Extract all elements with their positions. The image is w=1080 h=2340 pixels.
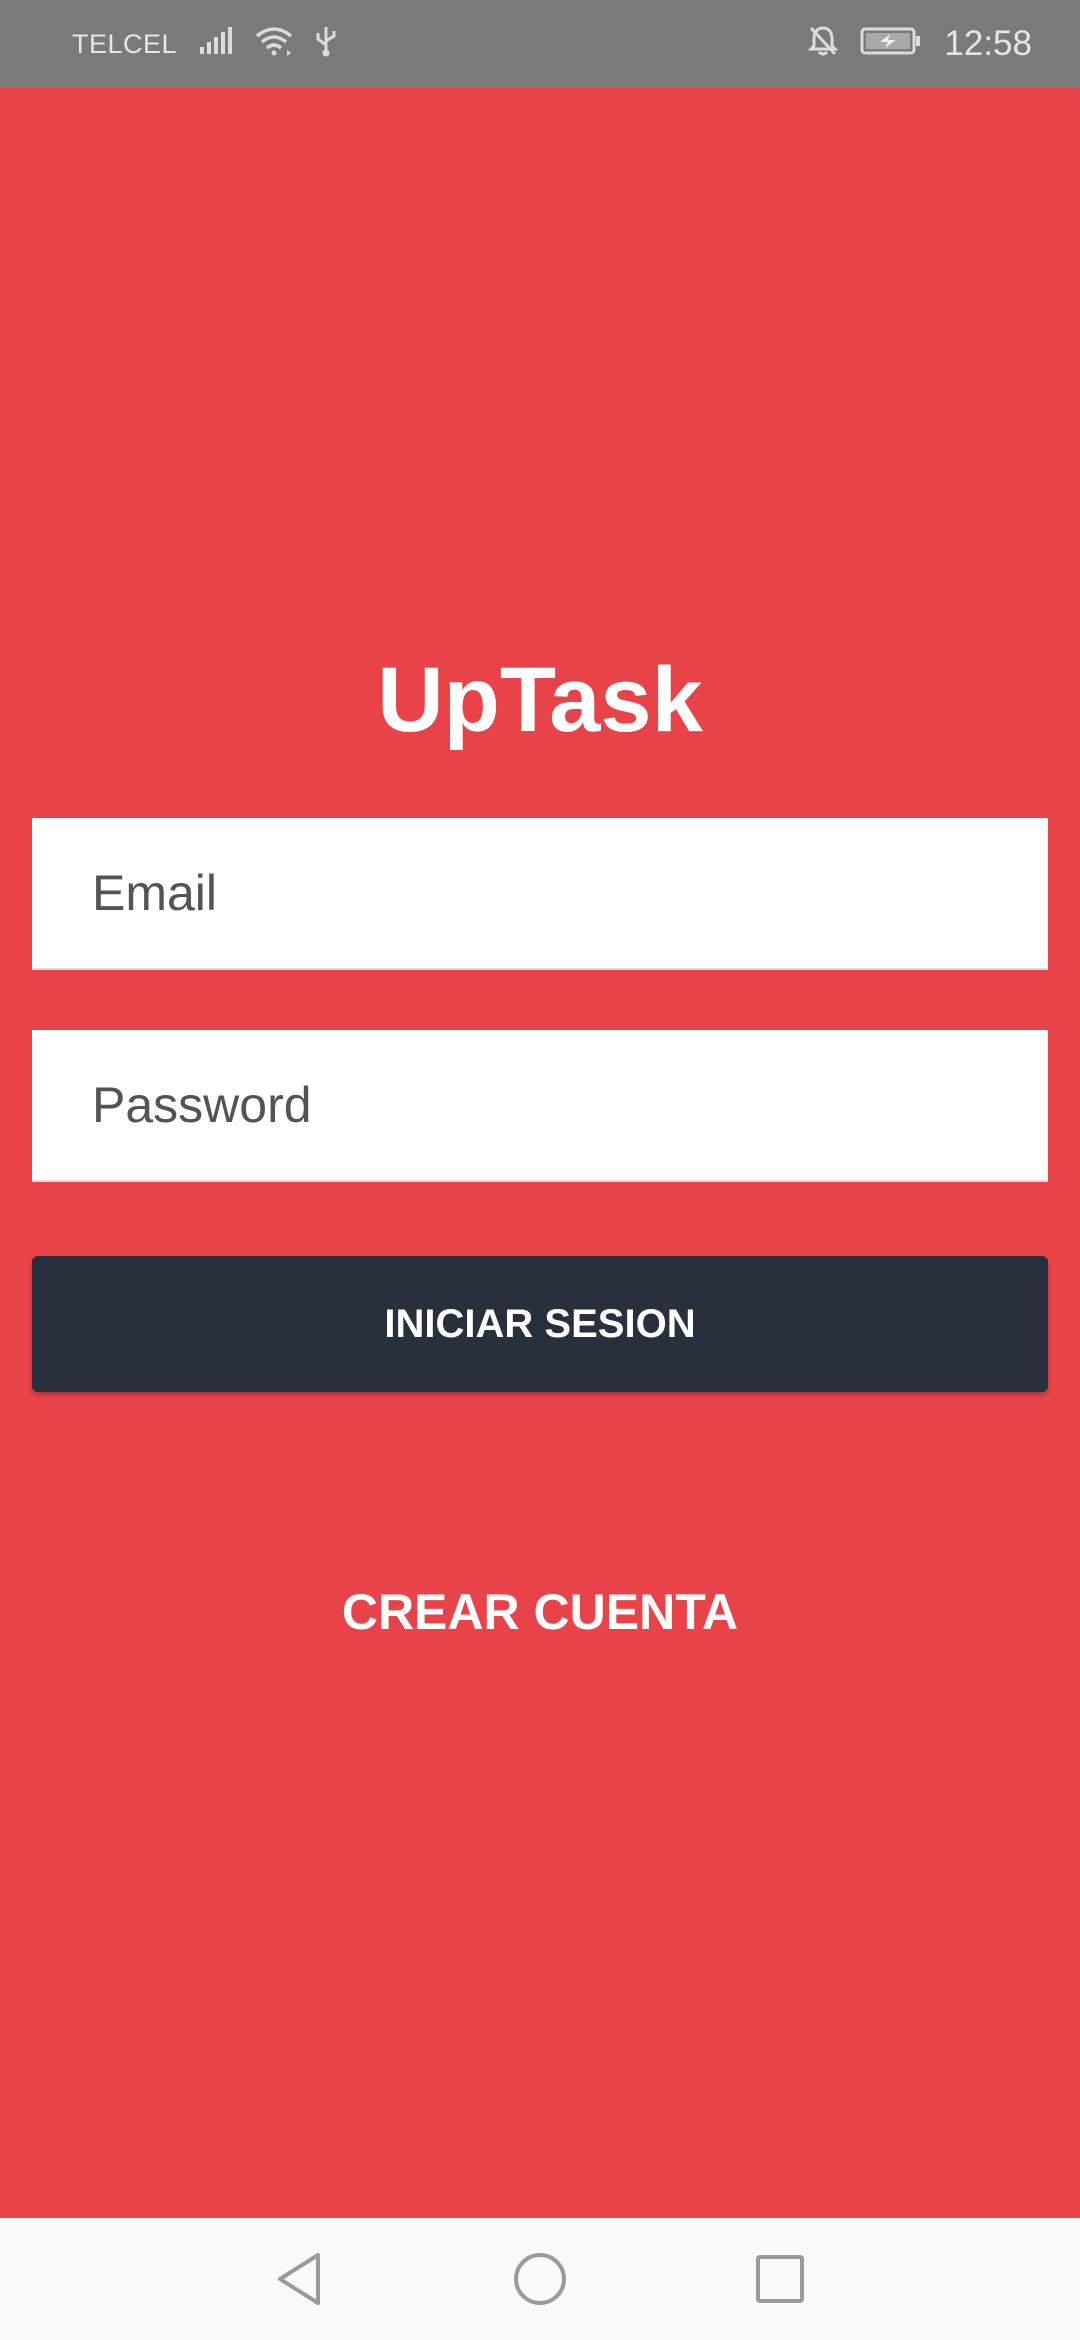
navigation-bar [0, 2218, 1080, 2340]
battery-charging-icon [860, 26, 922, 63]
usb-icon [315, 25, 337, 64]
status-bar: TELCEL 12:58 [0, 0, 1080, 88]
status-left: TELCEL [72, 25, 337, 64]
home-icon[interactable] [500, 2239, 580, 2319]
carrier-label: TELCEL [72, 28, 178, 59]
recents-icon[interactable] [740, 2239, 820, 2319]
signal-icon [199, 26, 233, 62]
clock: 12:58 [944, 24, 1032, 63]
back-icon[interactable] [260, 2239, 340, 2319]
wifi-icon [255, 26, 293, 63]
status-right: 12:58 [807, 24, 1032, 64]
password-field[interactable] [32, 1030, 1048, 1182]
login-button[interactable]: INICIAR SESION [32, 1256, 1048, 1392]
notifications-off-icon [807, 25, 840, 64]
email-field[interactable] [32, 818, 1048, 970]
create-account-link[interactable]: CREAR CUENTA [0, 1572, 1080, 1652]
app-title: UpTask [377, 649, 703, 751]
